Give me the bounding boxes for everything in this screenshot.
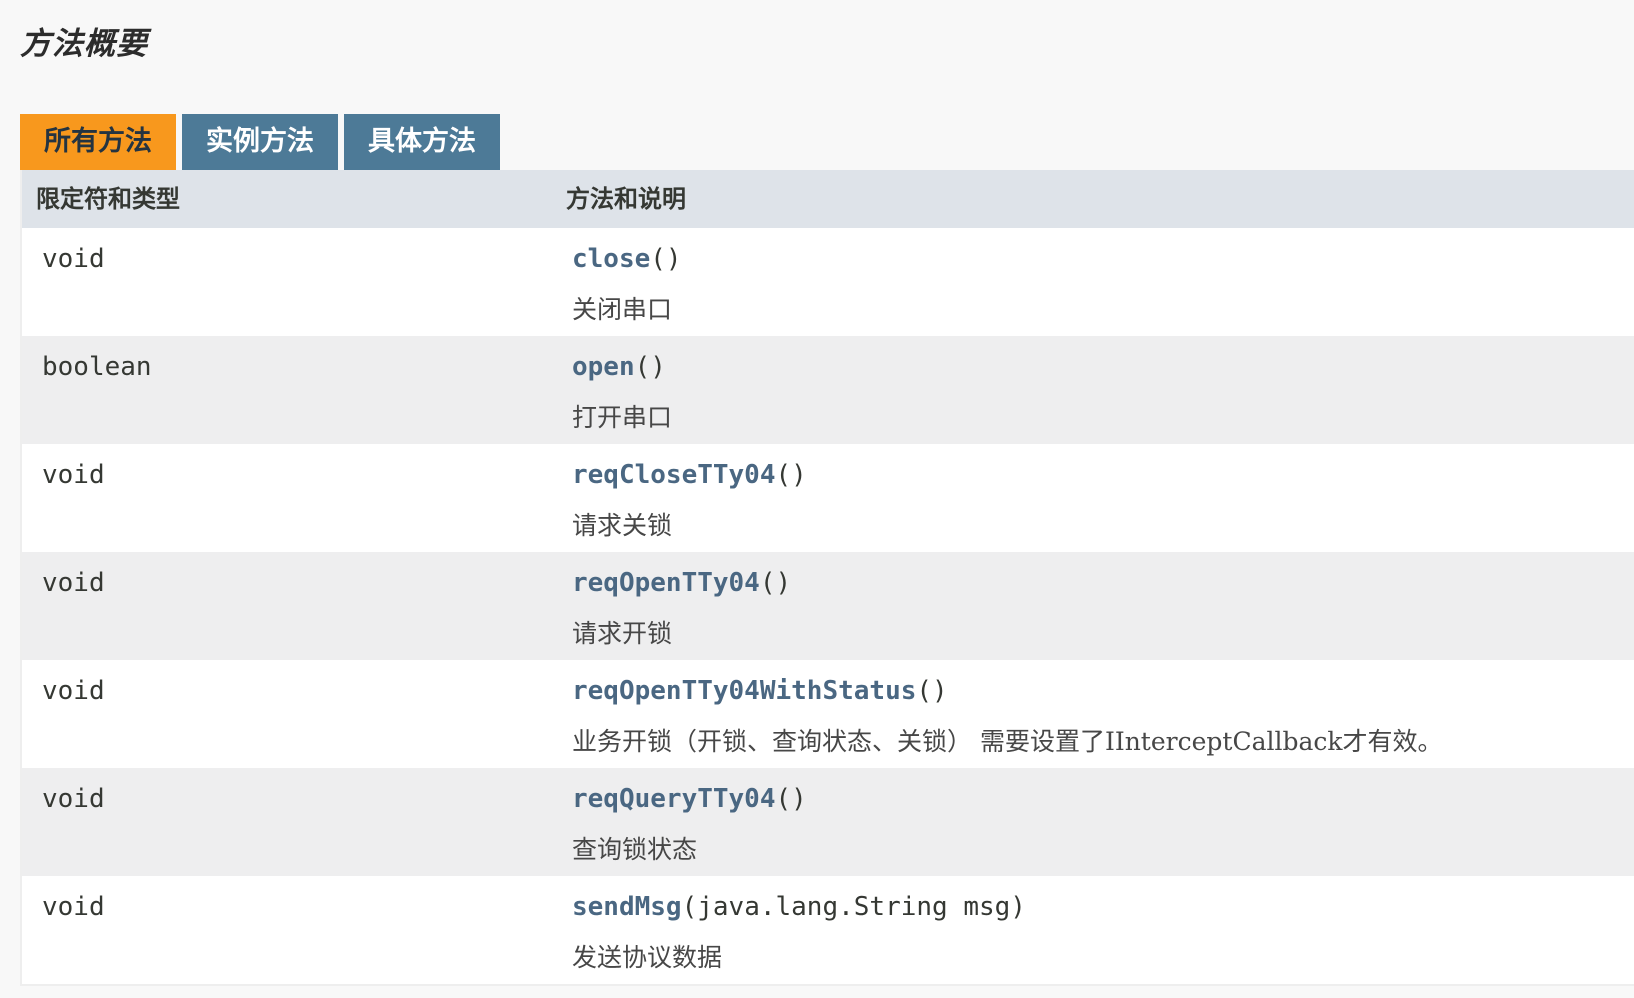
method-signature: reqOpenTTy04(): [572, 568, 791, 598]
method-link-reqclosetty04[interactable]: reqCloseTTy04: [572, 460, 776, 490]
method-params: (): [775, 460, 807, 490]
method-signature: reqQueryTTy04(): [572, 784, 807, 814]
return-type: void: [42, 244, 105, 274]
method-tabs: 所有方法 实例方法 具体方法: [20, 114, 506, 170]
method-description: 请求关锁: [572, 511, 673, 540]
table-row: void reqOpenTTy04() 请求开锁: [22, 552, 1634, 660]
method-link-sendmsg[interactable]: sendMsg: [572, 892, 682, 922]
table-row: void sendMsg(java.lang.String msg) 发送协议数…: [22, 876, 1634, 984]
method-params: (): [634, 352, 666, 382]
table-row: boolean open() 打开串口: [22, 336, 1634, 444]
method-params: (): [916, 676, 948, 706]
return-type: boolean: [42, 352, 152, 382]
method-link-open[interactable]: open: [572, 352, 635, 382]
method-signature: open(): [572, 352, 666, 382]
header-method-description: 方法和说明: [566, 185, 686, 213]
return-type: void: [42, 460, 105, 490]
method-description: 业务开锁（开锁、查询状态、关锁） 需要设置了IInterceptCallback…: [572, 727, 1443, 756]
method-params: (): [650, 244, 682, 274]
method-summary-table: 限定符和类型 方法和说明 void close() 关闭串口 boolean o…: [20, 170, 1634, 986]
return-type: void: [42, 892, 105, 922]
method-link-reqopentty04withstatus[interactable]: reqOpenTTy04WithStatus: [572, 676, 916, 706]
method-signature: sendMsg(java.lang.String msg): [572, 892, 1026, 922]
method-params: (): [775, 784, 807, 814]
method-description: 打开串口: [572, 403, 673, 432]
method-link-reqopentty04[interactable]: reqOpenTTy04: [572, 568, 760, 598]
method-signature: reqCloseTTy04(): [572, 460, 807, 490]
method-signature: reqOpenTTy04WithStatus(): [572, 676, 948, 706]
section-title: 方法概要: [20, 26, 148, 62]
method-signature: close(): [572, 244, 682, 274]
table-row: void reqOpenTTy04WithStatus() 业务开锁（开锁、查询…: [22, 660, 1634, 768]
method-summary-page: 方法概要 所有方法 实例方法 具体方法 限定符和类型 方法和说明 void cl…: [0, 0, 1634, 998]
method-description: 请求开锁: [572, 619, 673, 648]
method-params: (java.lang.String msg): [681, 892, 1026, 922]
method-description: 发送协议数据: [572, 943, 723, 972]
return-type: void: [42, 568, 105, 598]
method-description: 关闭串口: [572, 295, 673, 324]
return-type: void: [42, 676, 105, 706]
method-params: (): [759, 568, 792, 598]
method-link-reqquerytty04[interactable]: reqQueryTTy04: [572, 784, 776, 814]
tab-concrete-methods[interactable]: 具体方法: [344, 114, 500, 170]
header-modifier-type: 限定符和类型: [36, 185, 180, 213]
method-description: 查询锁状态: [572, 835, 698, 864]
tab-instance-methods[interactable]: 实例方法: [182, 114, 338, 170]
table-header: 限定符和类型 方法和说明: [22, 170, 1634, 228]
method-link-close[interactable]: close: [572, 244, 650, 274]
table-row: void reqQueryTTy04() 查询锁状态: [22, 768, 1634, 876]
tab-all-methods[interactable]: 所有方法: [20, 114, 176, 170]
return-type: void: [42, 784, 105, 814]
table-row: void reqCloseTTy04() 请求关锁: [22, 444, 1634, 552]
table-row: void close() 关闭串口: [22, 228, 1634, 336]
